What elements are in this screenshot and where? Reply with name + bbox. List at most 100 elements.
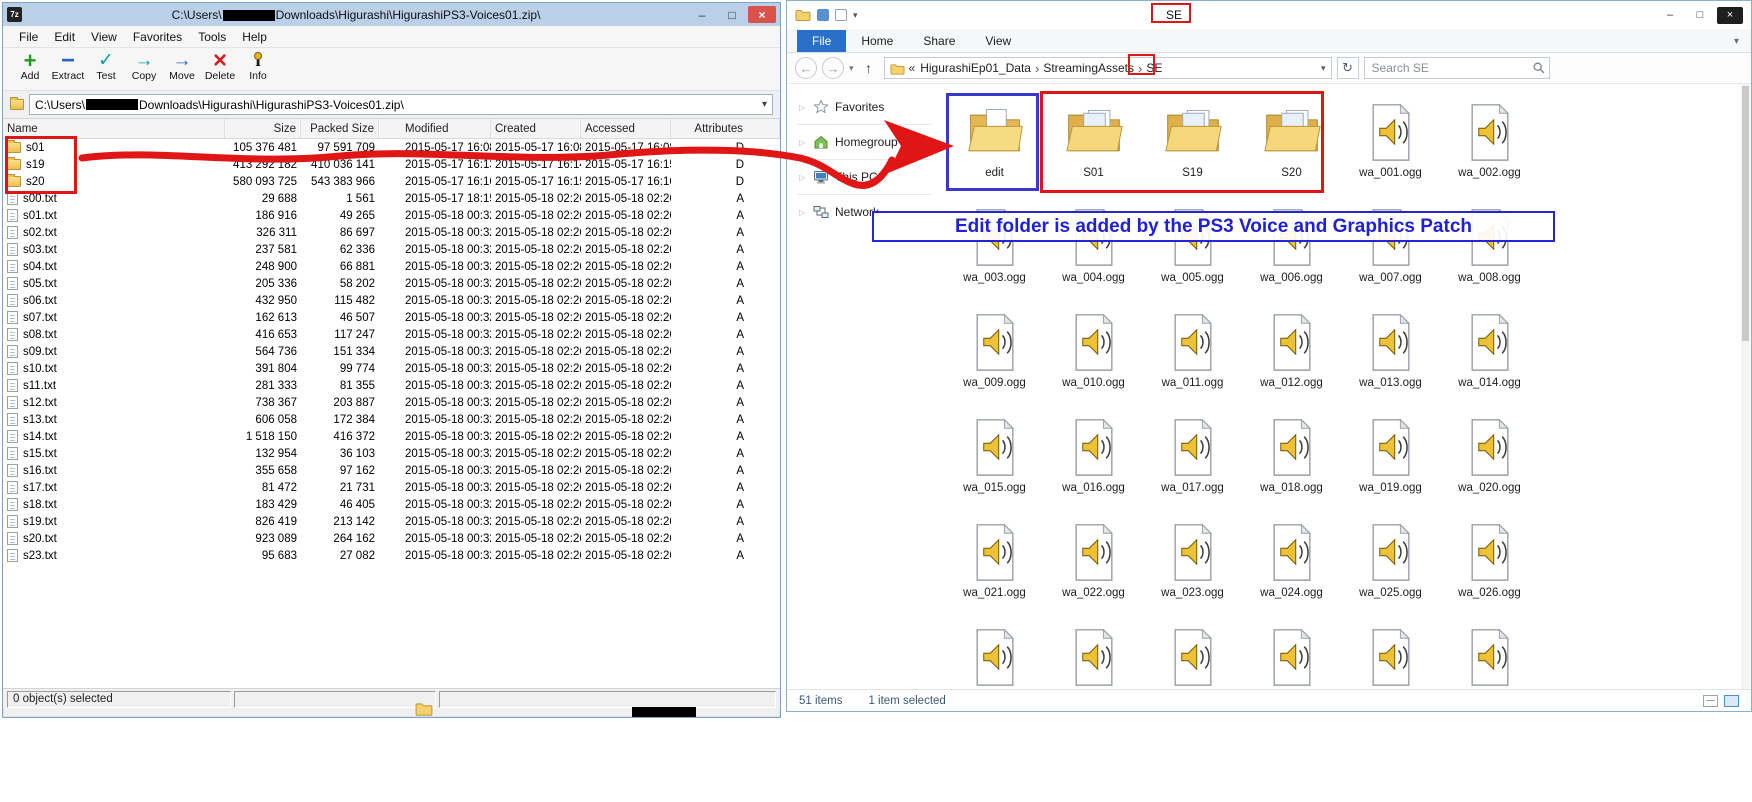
table-row[interactable]: s14.txt1 518 150416 3722015-05-18 00:322…: [3, 428, 780, 445]
table-row[interactable]: s19.txt826 419213 1422015-05-18 00:32201…: [3, 513, 780, 530]
table-row[interactable]: s07.txt162 61346 5072015-05-18 00:322015…: [3, 309, 780, 326]
table-row[interactable]: s23.txt95 68327 0822015-05-18 00:322015-…: [3, 547, 780, 564]
file-item[interactable]: wa_018.ogg: [1242, 411, 1341, 516]
qat-dropdown-icon[interactable]: ▾: [853, 10, 858, 21]
folder-item[interactable]: edit: [945, 96, 1044, 201]
search-input[interactable]: [1364, 57, 1550, 79]
file-item[interactable]: [1143, 621, 1242, 689]
menu-edit[interactable]: Edit: [46, 27, 83, 47]
table-row[interactable]: s15.txt132 95436 1032015-05-18 00:322015…: [3, 445, 780, 462]
file-item[interactable]: wa_002.ogg: [1440, 96, 1539, 201]
chevron-right-icon[interactable]: ▷: [799, 103, 807, 112]
file-item[interactable]: wa_013.ogg: [1341, 306, 1440, 411]
table-row[interactable]: s06.txt432 950115 4822015-05-18 00:32201…: [3, 292, 780, 309]
table-row[interactable]: s01.txt186 91649 2652015-05-18 00:322015…: [3, 207, 780, 224]
table-row[interactable]: s01105 376 48197 591 7092015-05-17 16:08…: [3, 139, 780, 156]
file-item[interactable]: wa_016.ogg: [1044, 411, 1143, 516]
tab-home[interactable]: Home: [846, 30, 908, 52]
address-dropdown-icon[interactable]: ▾: [1321, 63, 1326, 74]
file-item[interactable]: wa_004.ogg: [1044, 201, 1143, 306]
table-row[interactable]: s09.txt564 736151 3342015-05-18 00:32201…: [3, 343, 780, 360]
tab-share[interactable]: Share: [908, 30, 970, 52]
chevron-right-icon[interactable]: ▷: [799, 208, 807, 217]
table-row[interactable]: s08.txt416 653117 2472015-05-18 00:32201…: [3, 326, 780, 343]
tab-file[interactable]: File: [797, 30, 846, 52]
file-item[interactable]: wa_021.ogg: [945, 516, 1044, 621]
file-item[interactable]: wa_011.ogg: [1143, 306, 1242, 411]
file-item[interactable]: wa_007.ogg: [1341, 201, 1440, 306]
file-item[interactable]: wa_024.ogg: [1242, 516, 1341, 621]
forward-button[interactable]: →: [822, 57, 844, 79]
scrollbar-thumb[interactable]: [1742, 86, 1749, 341]
file-item[interactable]: wa_014.ogg: [1440, 306, 1539, 411]
breadcrumb[interactable]: « HigurashiEp01_Data›StreamingAssets›SE …: [884, 57, 1332, 79]
menu-view[interactable]: View: [83, 27, 125, 47]
column-header-accessed[interactable]: Accessed: [581, 119, 671, 138]
search-icon[interactable]: [1532, 61, 1546, 75]
table-row[interactable]: s11.txt281 33381 3552015-05-18 00:322015…: [3, 377, 780, 394]
file-item[interactable]: wa_010.ogg: [1044, 306, 1143, 411]
chevron-right-icon[interactable]: ▷: [799, 173, 807, 182]
sidebar-item-homegroup[interactable]: ▷Homegroup: [787, 131, 941, 153]
file-item[interactable]: [1341, 621, 1440, 689]
delete-button[interactable]: ×Delete: [201, 48, 239, 90]
table-row[interactable]: s05.txt205 33658 2022015-05-18 00:322015…: [3, 275, 780, 292]
column-header-packed-size[interactable]: Packed Size: [301, 119, 379, 138]
table-row[interactable]: s12.txt738 367203 8872015-05-18 00:32201…: [3, 394, 780, 411]
folder-item[interactable]: S19: [1143, 96, 1242, 201]
table-row[interactable]: s17.txt81 47221 7312015-05-18 00:322015-…: [3, 479, 780, 496]
table-row[interactable]: s16.txt355 65897 1622015-05-18 00:322015…: [3, 462, 780, 479]
table-row[interactable]: s20.txt923 089264 1622015-05-18 00:32201…: [3, 530, 780, 547]
file-item[interactable]: wa_022.ogg: [1044, 516, 1143, 621]
file-item[interactable]: wa_003.ogg: [945, 201, 1044, 306]
table-row[interactable]: s13.txt606 058172 3842015-05-18 00:32201…: [3, 411, 780, 428]
address-combo[interactable]: C:\Users\Downloads\Higurashi\HigurashiPS…: [29, 94, 773, 115]
table-row[interactable]: s10.txt391 80499 7742015-05-18 00:322015…: [3, 360, 780, 377]
chevron-right-icon[interactable]: ▷: [799, 138, 807, 147]
folder-item[interactable]: S20: [1242, 96, 1341, 201]
menu-tools[interactable]: Tools: [190, 27, 234, 47]
column-header-attributes[interactable]: Attributes: [671, 119, 780, 138]
sidebar-item-network[interactable]: ▷Network: [787, 201, 941, 223]
info-button[interactable]: iInfo: [239, 48, 277, 90]
table-row[interactable]: s18.txt183 42946 4052015-05-18 00:322015…: [3, 496, 780, 513]
file-item[interactable]: wa_017.ogg: [1143, 411, 1242, 516]
file-item[interactable]: wa_012.ogg: [1242, 306, 1341, 411]
breadcrumb-item-se[interactable]: SE: [1145, 61, 1163, 75]
copy-button[interactable]: →Copy: [125, 48, 163, 90]
minimize-button[interactable]: –: [1657, 7, 1683, 24]
file-item[interactable]: [945, 621, 1044, 689]
file-item[interactable]: wa_005.ogg: [1143, 201, 1242, 306]
column-header-modified[interactable]: Modified: [379, 119, 491, 138]
refresh-button[interactable]: ↻: [1337, 57, 1359, 79]
extract-button[interactable]: −Extract: [49, 48, 87, 90]
file-item[interactable]: wa_001.ogg: [1341, 96, 1440, 201]
breadcrumb-item-streamingassets[interactable]: StreamingAssets: [1042, 61, 1135, 75]
up-button[interactable]: ↑: [859, 58, 879, 78]
file-item[interactable]: wa_019.ogg: [1341, 411, 1440, 516]
test-button[interactable]: ✓Test: [87, 48, 125, 90]
sidebar-item-favorites[interactable]: ▷Favorites: [787, 96, 941, 118]
close-button[interactable]: ×: [1717, 7, 1743, 24]
explorer-titlebar[interactable]: ▾ SE – □ ×: [787, 1, 1751, 29]
folder-item[interactable]: S01: [1044, 96, 1143, 201]
table-row[interactable]: s02.txt326 31186 6972015-05-18 00:322015…: [3, 224, 780, 241]
column-header-name[interactable]: Name: [3, 119, 225, 138]
file-item[interactable]: wa_008.ogg: [1440, 201, 1539, 306]
file-item[interactable]: wa_020.ogg: [1440, 411, 1539, 516]
breadcrumb-overflow[interactable]: «: [909, 61, 916, 75]
maximize-button[interactable]: □: [1687, 7, 1713, 24]
taskbar-folder-icon[interactable]: [414, 700, 434, 718]
file-item[interactable]: [1044, 621, 1143, 689]
dropdown-arrow-icon[interactable]: ▾: [762, 99, 767, 110]
file-item[interactable]: [1440, 621, 1539, 689]
close-button[interactable]: ×: [748, 6, 776, 23]
column-header-created[interactable]: Created: [491, 119, 581, 138]
move-button[interactable]: →Move: [163, 48, 201, 90]
properties-icon[interactable]: [817, 9, 829, 21]
table-row[interactable]: s04.txt248 90066 8812015-05-18 00:322015…: [3, 258, 780, 275]
ribbon-expand-icon[interactable]: ▾: [1734, 36, 1739, 47]
file-item[interactable]: wa_025.ogg: [1341, 516, 1440, 621]
file-item[interactable]: wa_023.ogg: [1143, 516, 1242, 621]
file-item[interactable]: wa_006.ogg: [1242, 201, 1341, 306]
